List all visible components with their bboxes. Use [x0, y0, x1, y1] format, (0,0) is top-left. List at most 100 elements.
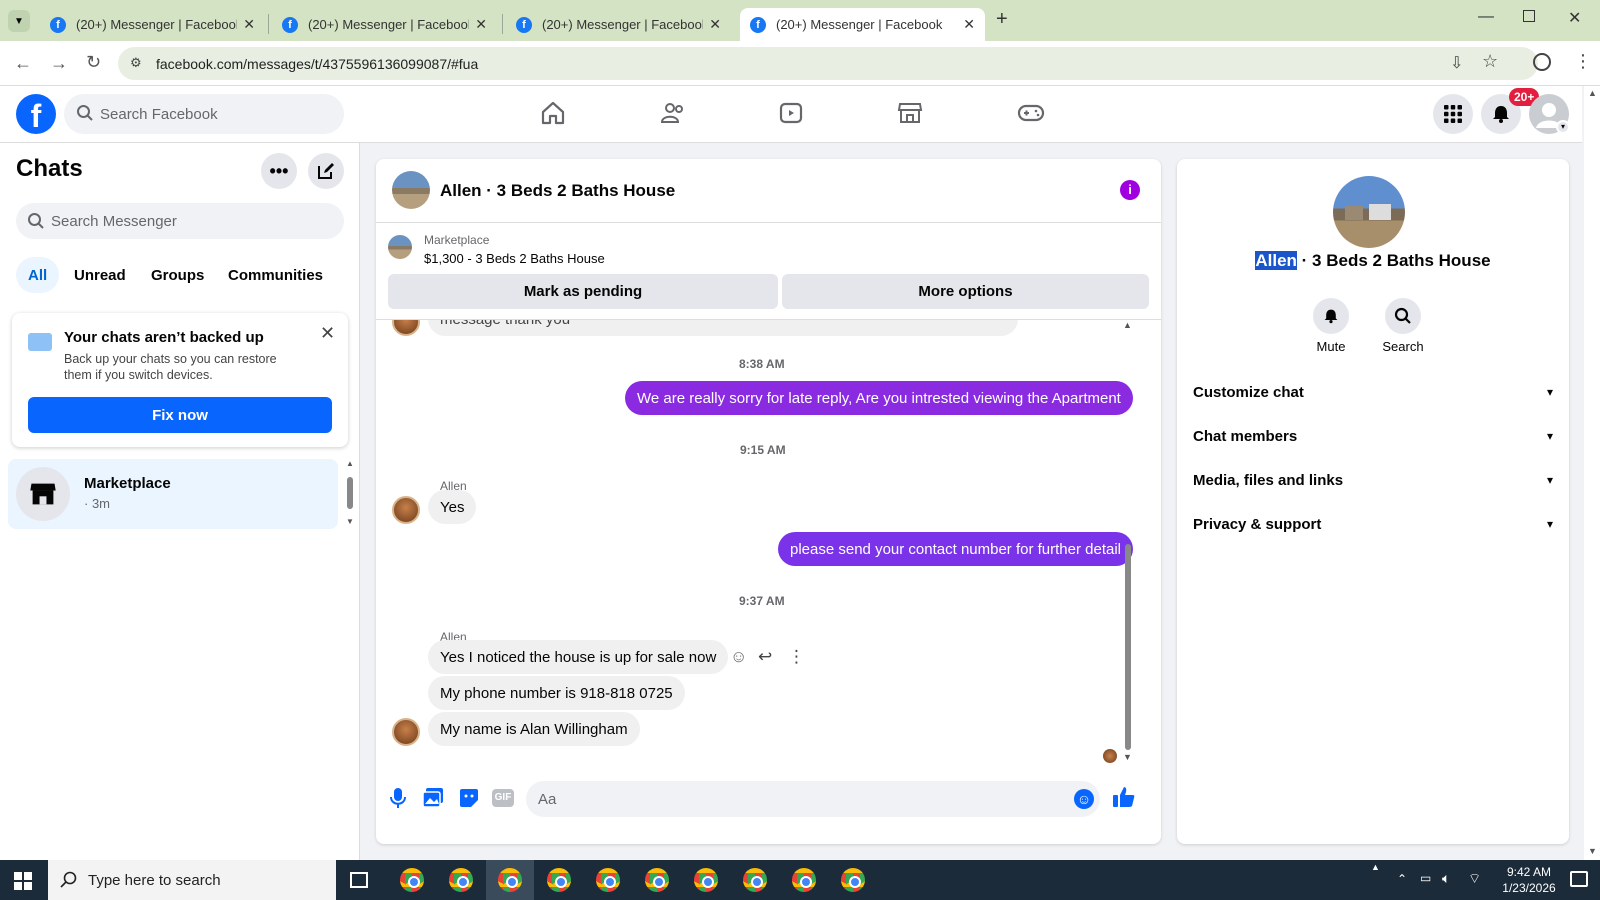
privacy-support-section[interactable]: Privacy & support ▾ — [1193, 504, 1553, 544]
chat-members-section[interactable]: Chat members ▾ — [1193, 416, 1553, 456]
filter-all[interactable]: All — [16, 257, 60, 293]
conversation-title[interactable]: Allen · 3 Beds 2 Baths House — [440, 181, 675, 201]
chrome-taskbar-icon[interactable] — [400, 868, 424, 892]
clock-time: 9:42 AM — [1506, 865, 1552, 879]
wifi-icon[interactable]: ⌔ — [1468, 870, 1481, 888]
chrome-taskbar-icon[interactable] — [743, 868, 767, 892]
maximize-icon[interactable] — [1523, 10, 1535, 22]
minimize-icon[interactable]: — — [1478, 8, 1494, 26]
close-tab-icon[interactable]: ✕ — [475, 16, 487, 33]
message-bubble-incoming[interactable]: My phone number is 918-818 0725 — [428, 676, 685, 710]
close-window-icon[interactable]: ✕ — [1568, 8, 1581, 28]
filter-unread[interactable]: Unread — [62, 257, 138, 293]
more-options-button[interactable]: More options — [782, 274, 1149, 309]
message-scrollbar[interactable]: ▲ ▼ — [1122, 320, 1134, 765]
menu-grid-button[interactable] — [1433, 94, 1473, 134]
gaming-icon[interactable] — [1017, 100, 1045, 126]
listing-label: Marketplace — [424, 233, 490, 247]
gif-icon[interactable]: GIF — [492, 789, 514, 807]
message-bubble-incoming[interactable]: My name is Alan Willingham — [428, 712, 640, 746]
more-actions-icon[interactable]: ⋮ — [788, 647, 805, 667]
browser-tab-3[interactable]: f (20+) Messenger | Facebook ✕ — [506, 8, 731, 41]
chrome-taskbar-icon-active[interactable] — [498, 868, 522, 892]
sticker-icon[interactable] — [458, 787, 480, 809]
network-icon[interactable]: ▭ — [1420, 871, 1431, 885]
facebook-search-input[interactable]: Search Facebook — [64, 94, 344, 134]
taskbar-scroll-up-icon[interactable]: ▲ — [1371, 862, 1380, 872]
site-info-icon[interactable]: ⚙ — [130, 55, 142, 71]
windows-start-icon[interactable] — [14, 872, 32, 890]
close-tab-icon[interactable]: ✕ — [963, 16, 975, 33]
browser-tab-1[interactable]: f (20+) Messenger | Facebook ✕ — [40, 8, 265, 41]
home-icon[interactable] — [540, 100, 566, 126]
media-files-links-section[interactable]: Media, files and links ▾ — [1193, 460, 1553, 500]
messenger-search-input[interactable]: Search Messenger — [16, 203, 344, 239]
video-icon[interactable] — [778, 100, 804, 126]
chrome-taskbar-icon[interactable] — [694, 868, 718, 892]
chrome-taskbar-icon[interactable] — [596, 868, 620, 892]
close-tab-icon[interactable]: ✕ — [243, 16, 255, 33]
chat-list-item-marketplace[interactable]: Marketplace · 3m — [8, 459, 338, 529]
taskbar-clock[interactable]: 9:42 AM 1/23/2026 — [1490, 864, 1568, 896]
chrome-taskbar-icon[interactable] — [645, 868, 669, 892]
search-placeholder: Search Messenger — [51, 212, 177, 230]
reload-icon[interactable]: ↻ — [86, 52, 101, 73]
message-bubble-incoming[interactable]: Yes — [428, 490, 477, 524]
info-icon[interactable]: i — [1120, 180, 1140, 200]
bookmark-star-icon[interactable]: ☆ — [1482, 51, 1498, 72]
page-scrollbar[interactable]: ▲ ▼ — [1584, 86, 1600, 860]
customize-chat-section[interactable]: Customize chat ▾ — [1193, 372, 1553, 412]
browser-tab-2[interactable]: f (20+) Messenger | Facebook ✕ — [272, 8, 497, 41]
new-tab-icon[interactable]: + — [996, 8, 1008, 31]
filter-communities[interactable]: Communities — [216, 257, 335, 293]
emoji-icon[interactable]: ☺ — [1074, 789, 1094, 809]
marketplace-icon[interactable] — [897, 100, 923, 126]
show-hidden-icons-icon[interactable]: ⌃ — [1397, 872, 1407, 886]
facebook-logo-icon[interactable]: f — [16, 94, 56, 134]
message-bubble-outgoing[interactable]: please send your contact number for furt… — [778, 532, 1134, 566]
mark-as-pending-button[interactable]: Mark as pending — [388, 274, 778, 309]
react-emoji-icon[interactable]: ☺ — [730, 647, 747, 667]
friends-icon[interactable] — [660, 100, 686, 126]
notifications-button[interactable]: 20+ — [1481, 88, 1540, 134]
listing-photo-avatar[interactable] — [1333, 176, 1405, 248]
listing-avatar[interactable] — [392, 171, 430, 209]
message-bubble-incoming[interactable]: Yes I noticed the house is up for sale n… — [428, 640, 729, 674]
notifications-center-icon[interactable] — [1570, 871, 1588, 887]
new-message-button[interactable] — [308, 153, 344, 189]
chrome-taskbar-icon[interactable] — [792, 868, 816, 892]
reply-icon[interactable]: ↩ — [758, 647, 772, 667]
task-view-icon[interactable] — [350, 872, 368, 888]
search-in-conversation-button[interactable] — [1385, 298, 1421, 334]
volume-icon[interactable]: 🔈︎ — [1442, 870, 1450, 887]
message-composer-input[interactable]: Aa ☺ — [526, 781, 1100, 817]
browser-menu-icon[interactable]: ⋮ — [1574, 51, 1592, 72]
account-avatar[interactable]: ▾ — [1529, 94, 1570, 134]
photo-icon[interactable] — [422, 787, 444, 809]
chats-sidebar: Chats ••• Search Messenger All Unread Gr… — [0, 143, 360, 860]
filter-groups[interactable]: Groups — [139, 257, 216, 293]
chat-list-scrollbar[interactable]: ▲ ▼ — [346, 459, 354, 531]
back-icon[interactable]: ← — [14, 53, 32, 74]
message-bubble-incoming[interactable]: message thank you — [428, 320, 1018, 336]
chrome-taskbar-icon[interactable] — [547, 868, 571, 892]
fix-now-button[interactable]: Fix now — [28, 397, 332, 433]
title-rest: · 3 Beds 2 Baths House — [1296, 251, 1491, 270]
browser-tab-4-active[interactable]: f (20+) Messenger | Facebook ✕ — [740, 8, 985, 41]
message-bubble-outgoing[interactable]: We are really sorry for late reply, Are … — [625, 381, 1133, 415]
like-thumbs-up-icon[interactable] — [1112, 785, 1136, 809]
close-tab-icon[interactable]: ✕ — [709, 16, 721, 33]
chats-options-button[interactable]: ••• — [261, 153, 297, 189]
taskbar-search-input[interactable]: Type here to search — [48, 860, 336, 900]
url-field[interactable]: ⚙ facebook.com/messages/t/43755961360990… — [118, 47, 1538, 80]
address-bar-row: ← → ↻ ⚙ facebook.com/messages/t/43755961… — [0, 41, 1600, 86]
microphone-icon[interactable] — [388, 787, 408, 809]
tab-search-button[interactable]: ▼ — [8, 10, 30, 32]
forward-icon[interactable]: → — [50, 53, 68, 74]
chrome-taskbar-icon[interactable] — [841, 868, 865, 892]
close-icon[interactable]: ✕ — [320, 323, 335, 344]
install-app-icon[interactable]: ⇩ — [1450, 53, 1463, 73]
profile-icon[interactable] — [1533, 53, 1551, 71]
chrome-taskbar-icon[interactable] — [449, 868, 473, 892]
mute-button[interactable] — [1313, 298, 1349, 334]
